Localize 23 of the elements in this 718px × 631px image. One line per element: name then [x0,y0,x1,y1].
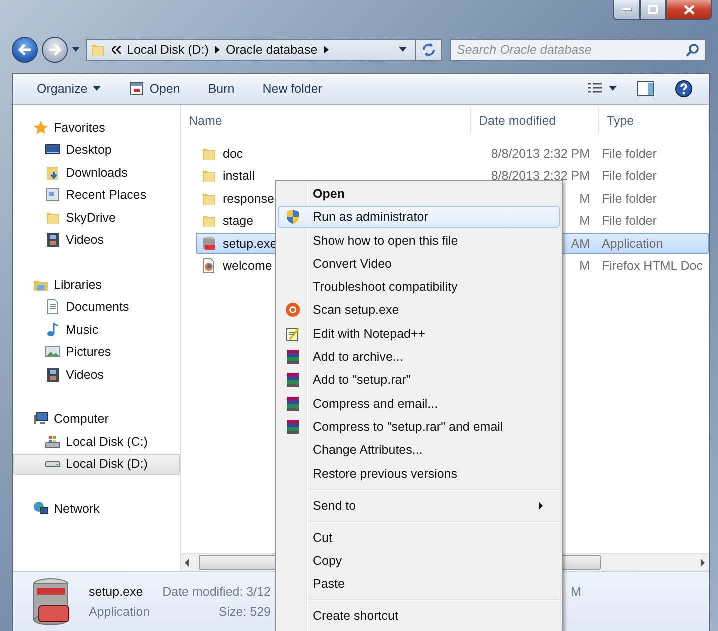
type-cell-text: File folder [601,192,658,206]
file-name: install [223,169,255,183]
date-cell-text: 8/8/2013 2:32 PM [490,146,590,160]
file-name: stage [223,214,254,228]
date-modified: Date modified: 3/12 [162,584,271,598]
type-cell-text: Firefox HTML Doc [601,259,704,273]
type-cell-text: Application [601,236,664,250]
type-cell-text: File folder [601,146,658,160]
file-name: response [223,192,274,206]
file-type: Application [89,604,152,618]
type-cell-text: File folder [601,169,658,183]
date-cell-text: 8/8/2013 2:32 PM [490,169,590,183]
date-cell-text: M [578,192,590,206]
date-modified: M [571,584,582,598]
type-cell-text: File folder [601,214,658,228]
file-name: welcome [223,259,272,273]
date-cell-text: AM [570,236,590,250]
file-size: Size: 529 [218,604,271,618]
file-name: setup.exe [223,236,278,250]
date-cell-text: M [578,214,590,228]
date-cell-text: M [578,259,590,273]
file-name: setup.exe [89,584,144,598]
file-name: doc [223,146,244,160]
